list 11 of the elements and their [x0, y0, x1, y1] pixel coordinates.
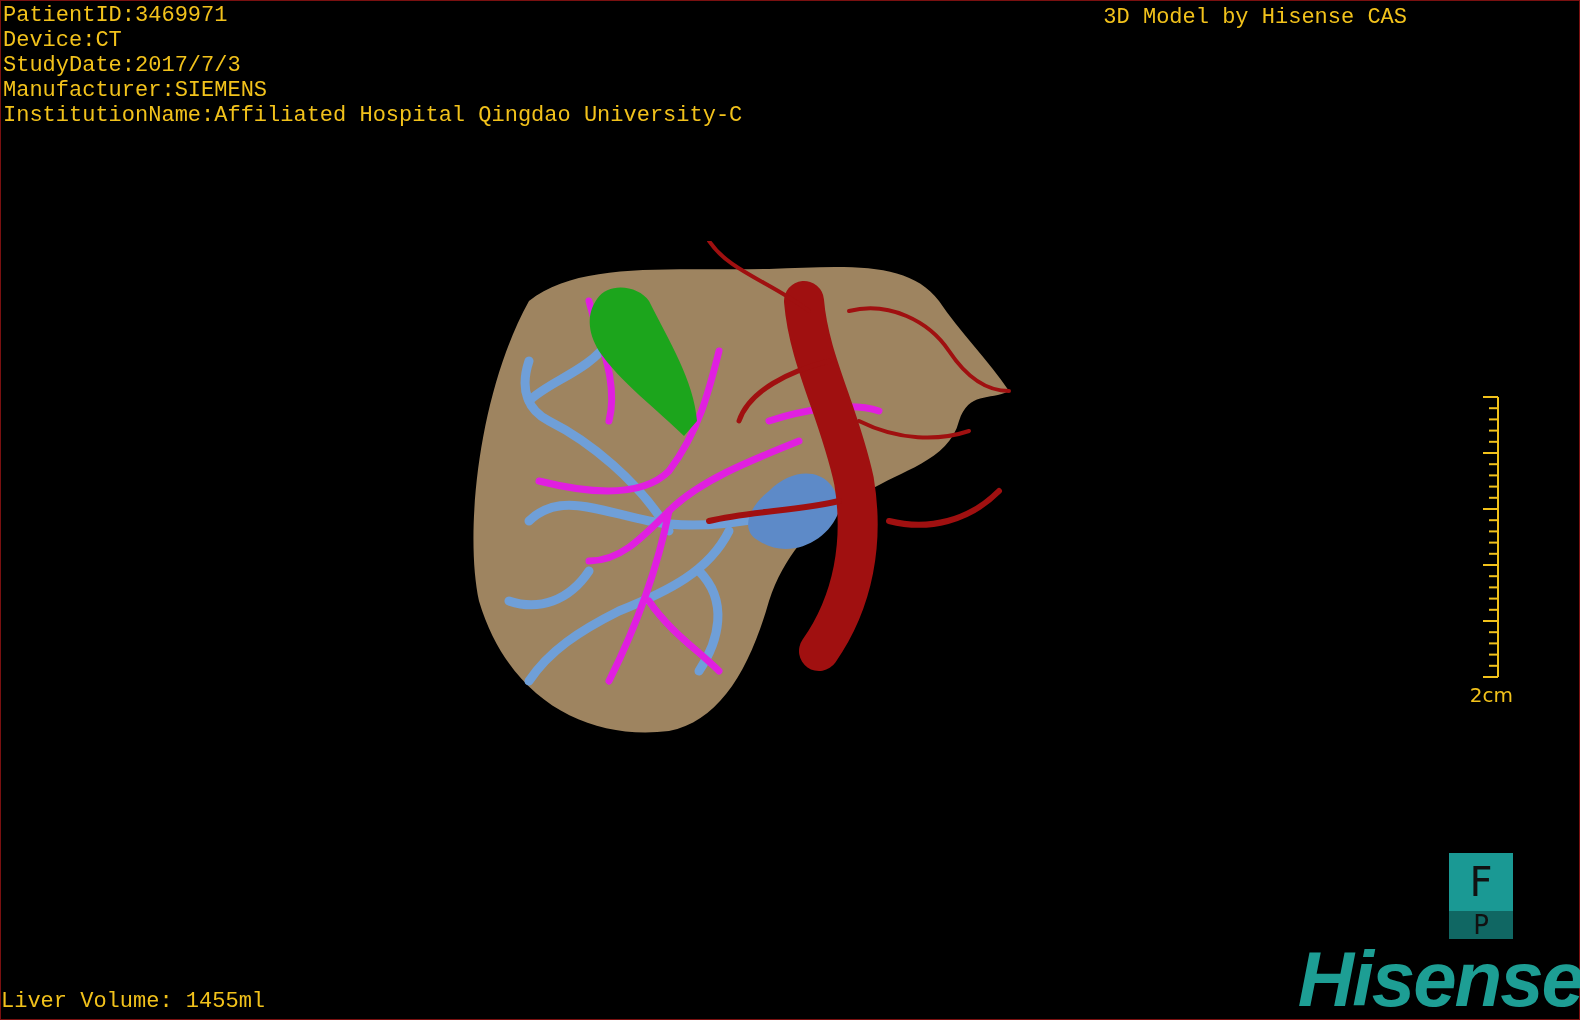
scale-label: 2cm: [1469, 683, 1513, 706]
patient-info-text: InstitutionName:Affiliated Hospital Qingdao University-C: [3, 103, 743, 128]
patient-info-text: StudyDate:2017/7/3: [3, 53, 242, 78]
orientation-cube-face[interactable]: F: [1449, 853, 1513, 911]
patient-info-text: Device:CT: [3, 28, 123, 53]
patient-info-text: Manufacturer:SIEMENS: [3, 78, 269, 103]
patient-info-text: PatientID:3469971: [3, 3, 229, 28]
viewer-title: 3D Model by Hisense CAS: [1103, 4, 1407, 32]
scale-bar-icon: [1483, 395, 1500, 678]
liver-volume-text: Liver Volume: 1455ml: [1, 989, 266, 1015]
orientation-cube-face[interactable]: P: [1449, 911, 1513, 939]
